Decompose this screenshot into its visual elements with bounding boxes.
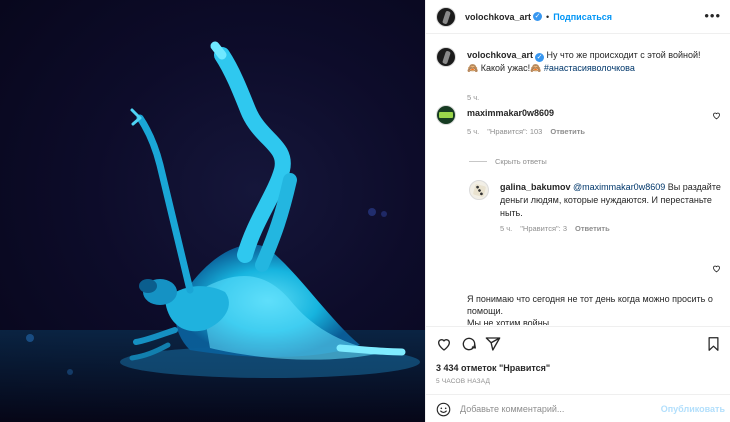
comment-input[interactable]	[460, 402, 660, 416]
reply-avatar[interactable]	[469, 180, 489, 200]
comment-likes[interactable]: "Нравится": 103	[487, 127, 542, 136]
emoji-icon[interactable]	[436, 402, 451, 417]
separator-dot: •	[546, 11, 550, 22]
reply-likes[interactable]: "Нравится": 3	[520, 224, 567, 233]
caption-hashtag[interactable]: #анастасияволочкова	[544, 63, 635, 73]
caption-username[interactable]: volochkova_art	[467, 50, 533, 60]
verified-badge-icon: ✓	[535, 53, 545, 62]
comment-time: 5 ч.	[467, 127, 480, 136]
likes-count[interactable]: 3 434 отметок "Нравится"	[436, 363, 550, 373]
reply-meta: 5 ч. "Нравится": 3 Ответить	[500, 224, 610, 233]
comments-section: volochkova_art ✓ Ну что же происходит с э…	[426, 35, 730, 325]
post-image[interactable]	[0, 0, 425, 422]
reply-text-block: galina_bakumov @maximmakar0w8609 Вы разд…	[500, 181, 721, 220]
post-timestamp: 5 ЧАСОВ НАЗАД	[436, 378, 491, 385]
caption-avatar[interactable]	[436, 47, 456, 67]
caption-text-block: volochkova_art ✓ Ну что же происходит с э…	[467, 49, 701, 75]
instagram-post: volochkova_art ✓ • Подписаться ••• voloc…	[0, 0, 730, 422]
comment-text-block: Я понимаю что сегодня не тот день когда …	[467, 293, 721, 325]
reply-reply-button[interactable]: Ответить	[575, 224, 610, 233]
more-options-icon[interactable]: •••	[704, 9, 721, 22]
comment-like-heart-icon[interactable]	[712, 111, 721, 120]
comment-text-block: maximmakar0w8609	[467, 107, 701, 120]
verified-badge-icon: ✓	[533, 12, 543, 21]
comment-reply-button[interactable]: Ответить	[550, 127, 585, 136]
comment-text-line2: Мы не хотим войны.	[467, 318, 552, 325]
reply-time: 5 ч.	[500, 224, 513, 233]
reply-like-heart-icon[interactable]	[712, 264, 721, 273]
comment-text-line1: Я понимаю что сегодня не тот день когда …	[467, 294, 713, 316]
ballet-dancer-image	[0, 41, 425, 422]
post-header: volochkova_art ✓ • Подписаться •••	[426, 0, 730, 34]
add-comment-bar: Опубликовать	[426, 394, 730, 422]
share-icon[interactable]	[485, 336, 501, 352]
author-username[interactable]: volochkova_art	[465, 12, 531, 22]
post-actions: 3 434 отметок "Нравится" 5 ЧАСОВ НАЗАД О…	[426, 326, 730, 422]
action-icons	[436, 336, 721, 352]
bookmark-icon[interactable]	[706, 336, 721, 352]
replies-line	[469, 161, 487, 162]
follow-button[interactable]: Подписаться	[553, 12, 612, 22]
commenter-avatar[interactable]	[436, 105, 456, 125]
publish-button[interactable]: Опубликовать	[661, 404, 725, 414]
hide-replies-label: Скрыть ответы	[495, 157, 547, 166]
reply-mention[interactable]: @maximmakar0w8609	[573, 182, 665, 192]
reply-item: galina_bakumov @maximmakar0w8609 Вы разд…	[469, 180, 721, 250]
author-info: volochkova_art ✓ • Подписаться	[465, 12, 612, 22]
hide-replies-button[interactable]: Скрыть ответы	[469, 157, 547, 166]
caption-time: 5 ч.	[467, 93, 480, 102]
caption-meta: 5 ч.	[467, 93, 479, 102]
comment-item: Я понимаю что сегодня не тот день когда …	[436, 291, 721, 325]
heart-icon[interactable]	[436, 336, 452, 352]
comment-item: maximmakar0w8609 5 ч. "Нравится": 103 От…	[436, 105, 721, 145]
caption: volochkova_art ✓ Ну что же происходит с э…	[436, 47, 721, 107]
comment-meta: 5 ч. "Нравится": 103 Ответить	[467, 127, 585, 136]
author-avatar[interactable]	[436, 6, 456, 27]
post-sidebar: volochkova_art ✓ • Подписаться ••• voloc…	[425, 0, 730, 422]
comment-username[interactable]: maximmakar0w8609	[467, 108, 554, 118]
comment-icon[interactable]	[461, 336, 477, 352]
reply-username[interactable]: galina_bakumov	[500, 182, 571, 192]
